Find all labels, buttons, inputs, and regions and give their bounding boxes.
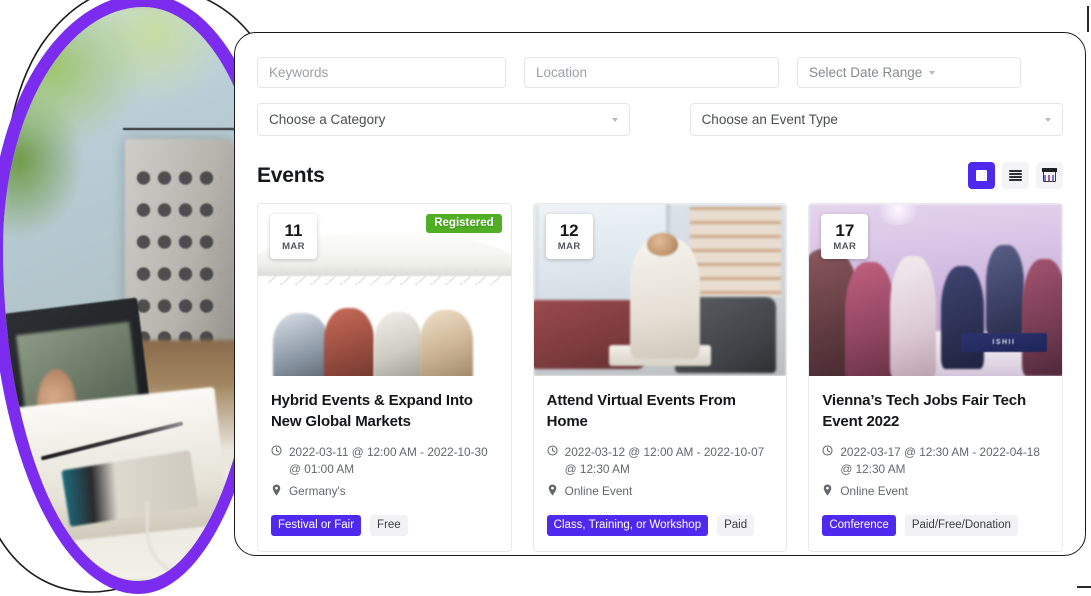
event-card-body: Hybrid Events & Expand Into New Global M… xyxy=(258,376,511,551)
event-datetime: 2022-03-12 @ 12:00 AM - 2022-10-07 @ 12:… xyxy=(565,444,774,478)
calendar-view-button[interactable] xyxy=(1036,162,1063,189)
list-view-icon xyxy=(1009,170,1022,181)
grid-view-icon xyxy=(976,170,987,181)
caret-down-icon xyxy=(612,118,618,122)
map-pin-icon xyxy=(822,483,833,500)
event-title[interactable]: Hybrid Events & Expand Into New Global M… xyxy=(271,390,498,433)
clock-icon xyxy=(547,444,558,478)
event-date-badge: 17 MAR xyxy=(821,214,868,259)
clock-icon xyxy=(271,444,282,478)
clock-icon xyxy=(822,444,833,478)
event-location: Online Event xyxy=(840,483,908,500)
events-grid: 11 MAR Registered Hybrid Events & Expand… xyxy=(257,203,1063,552)
keywords-input[interactable]: Keywords xyxy=(257,57,506,88)
event-image: ISHII 17 MAR xyxy=(809,204,1062,376)
canvas-edge-mark-bottom xyxy=(1077,586,1091,588)
filter-spacer xyxy=(648,103,671,136)
event-date-month: MAR xyxy=(833,242,856,252)
event-location-row: Online Event xyxy=(547,483,774,500)
category-label: Choose a Category xyxy=(269,112,385,127)
event-tag-row: Conference Paid/Free/Donation xyxy=(822,515,1049,536)
event-date-badge: 12 MAR xyxy=(546,214,593,259)
event-cost-pill: Paid xyxy=(717,515,754,536)
event-cost-pill: Paid/Free/Donation xyxy=(905,515,1018,536)
event-category-pill[interactable]: Festival or Fair xyxy=(271,515,361,536)
grid-view-button[interactable] xyxy=(968,162,995,189)
event-location: Germany's xyxy=(289,483,346,500)
event-card[interactable]: 11 MAR Registered Hybrid Events & Expand… xyxy=(257,203,512,552)
event-type-select[interactable]: Choose an Event Type xyxy=(690,103,1063,136)
event-datetime-row: 2022-03-12 @ 12:00 AM - 2022-10-07 @ 12:… xyxy=(547,444,774,478)
event-tag-row: Festival or Fair Free xyxy=(271,515,498,536)
event-cost-pill: Free xyxy=(370,515,408,536)
caret-down-icon xyxy=(929,71,935,75)
events-panel: Keywords Location Select Date Range Choo… xyxy=(234,32,1086,556)
event-title[interactable]: Vienna’s Tech Jobs Fair Tech Event 2022 xyxy=(822,390,1049,433)
blob-photo xyxy=(3,7,263,581)
event-category-pill[interactable]: Conference xyxy=(822,515,895,536)
screenshot-canvas: Keywords Location Select Date Range Choo… xyxy=(0,0,1091,596)
date-range-label: Select Date Range xyxy=(809,65,922,80)
event-location-row: Germany's xyxy=(271,483,498,500)
event-datetime-row: 2022-03-17 @ 12:30 AM - 2022-04-18 @ 12:… xyxy=(822,444,1049,478)
category-select[interactable]: Choose a Category xyxy=(257,103,630,136)
event-image: 11 MAR Registered xyxy=(258,204,511,376)
location-input[interactable]: Location xyxy=(524,57,779,88)
event-date-badge: 11 MAR xyxy=(270,214,317,259)
table-name-sign-text: ISHII xyxy=(992,339,1015,346)
event-location-row: Online Event xyxy=(822,483,1049,500)
table-name-sign: ISHII xyxy=(961,333,1047,352)
caret-down-icon xyxy=(1045,118,1051,122)
event-date-day: 11 xyxy=(285,222,303,239)
map-pin-icon xyxy=(547,483,558,500)
view-toggle-group xyxy=(968,162,1063,189)
event-card[interactable]: ISHII 17 MAR Vienna’s Tech Jobs Fair Tec… xyxy=(808,203,1063,552)
keywords-placeholder: Keywords xyxy=(269,65,328,80)
event-datetime: 2022-03-11 @ 12:00 AM - 2022-10-30 @ 01:… xyxy=(289,444,498,478)
event-location: Online Event xyxy=(565,483,633,500)
event-date-month: MAR xyxy=(558,242,581,252)
filter-row-secondary: Choose a Category Choose an Event Type xyxy=(257,103,1063,136)
status-badge: Registered xyxy=(426,214,501,233)
event-card-body: Attend Virtual Events From Home 2022-03-… xyxy=(534,376,787,551)
date-range-select[interactable]: Select Date Range xyxy=(797,57,1021,88)
event-type-label: Choose an Event Type xyxy=(702,112,838,127)
location-placeholder: Location xyxy=(536,65,587,80)
event-tag-row: Class, Training, or Workshop Paid xyxy=(547,515,774,536)
calendar-view-icon xyxy=(1043,169,1056,182)
event-card[interactable]: 12 MAR Attend Virtual Events From Home 2… xyxy=(533,203,788,552)
event-datetime-row: 2022-03-11 @ 12:00 AM - 2022-10-30 @ 01:… xyxy=(271,444,498,478)
event-date-day: 12 xyxy=(560,222,579,239)
event-card-body: Vienna’s Tech Jobs Fair Tech Event 2022 … xyxy=(809,376,1062,551)
events-section-header: Events xyxy=(257,162,1063,189)
filter-bar: Keywords Location Select Date Range Choo… xyxy=(257,57,1063,136)
event-image: 12 MAR xyxy=(534,204,787,376)
event-title[interactable]: Attend Virtual Events From Home xyxy=(547,390,774,433)
event-category-pill[interactable]: Class, Training, or Workshop xyxy=(547,515,708,536)
list-view-button[interactable] xyxy=(1002,162,1029,189)
filter-row-primary: Keywords Location Select Date Range xyxy=(257,57,1063,88)
page-title: Events xyxy=(257,164,325,188)
event-datetime: 2022-03-17 @ 12:30 AM - 2022-04-18 @ 12:… xyxy=(840,444,1049,478)
event-date-day: 17 xyxy=(835,222,854,239)
event-date-month: MAR xyxy=(282,242,305,252)
map-pin-icon xyxy=(271,483,282,500)
canvas-edge-mark-top xyxy=(1087,6,1089,32)
